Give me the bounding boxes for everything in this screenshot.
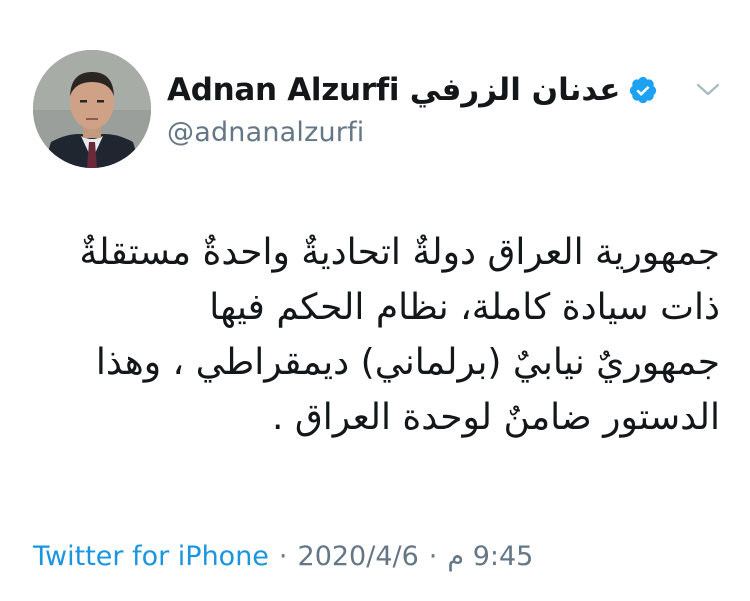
- tweet-time[interactable]: 9:45 م: [447, 541, 533, 572]
- meta-separator: ·: [428, 540, 438, 572]
- tweet-text-line: الدستور ضامنٌ لوحدة العراق .: [271, 397, 720, 438]
- avatar[interactable]: [33, 50, 151, 168]
- tweet-card: Adnan Alzurfi عدنان الزرفي @adnanalzurfi…: [0, 0, 750, 601]
- tweet-text-line: جمهوريٌ نيابيٌ (برلماني) ديمقراطي ، وهذا: [95, 342, 720, 383]
- tweet-source-link[interactable]: Twitter for iPhone: [33, 541, 269, 572]
- tweet-date[interactable]: 2020/4/6: [298, 541, 419, 572]
- chevron-down-icon[interactable]: [695, 80, 721, 98]
- tweet-meta: Twitter for iPhone · 2020/4/6 · 9:45 م: [33, 536, 533, 576]
- verified-badge-icon: [630, 76, 657, 104]
- user-handle[interactable]: @adnanalzurfi: [167, 117, 365, 148]
- tweet-text-line: ذات سيادة كاملة، نظام الحكم فيها: [209, 287, 720, 328]
- meta-separator: ·: [278, 540, 288, 572]
- user-display-name[interactable]: Adnan Alzurfi عدنان الزرفي: [167, 72, 621, 108]
- user-name-row[interactable]: Adnan Alzurfi عدنان الزرفي: [167, 68, 658, 112]
- tweet-text: جمهورية العراق دولةٌ اتحاديةٌ واحدةٌ مست…: [30, 225, 720, 445]
- avatar-photo: [33, 50, 151, 168]
- tweet-text-line: جمهورية العراق دولةٌ اتحاديةٌ واحدةٌ مست…: [79, 232, 720, 273]
